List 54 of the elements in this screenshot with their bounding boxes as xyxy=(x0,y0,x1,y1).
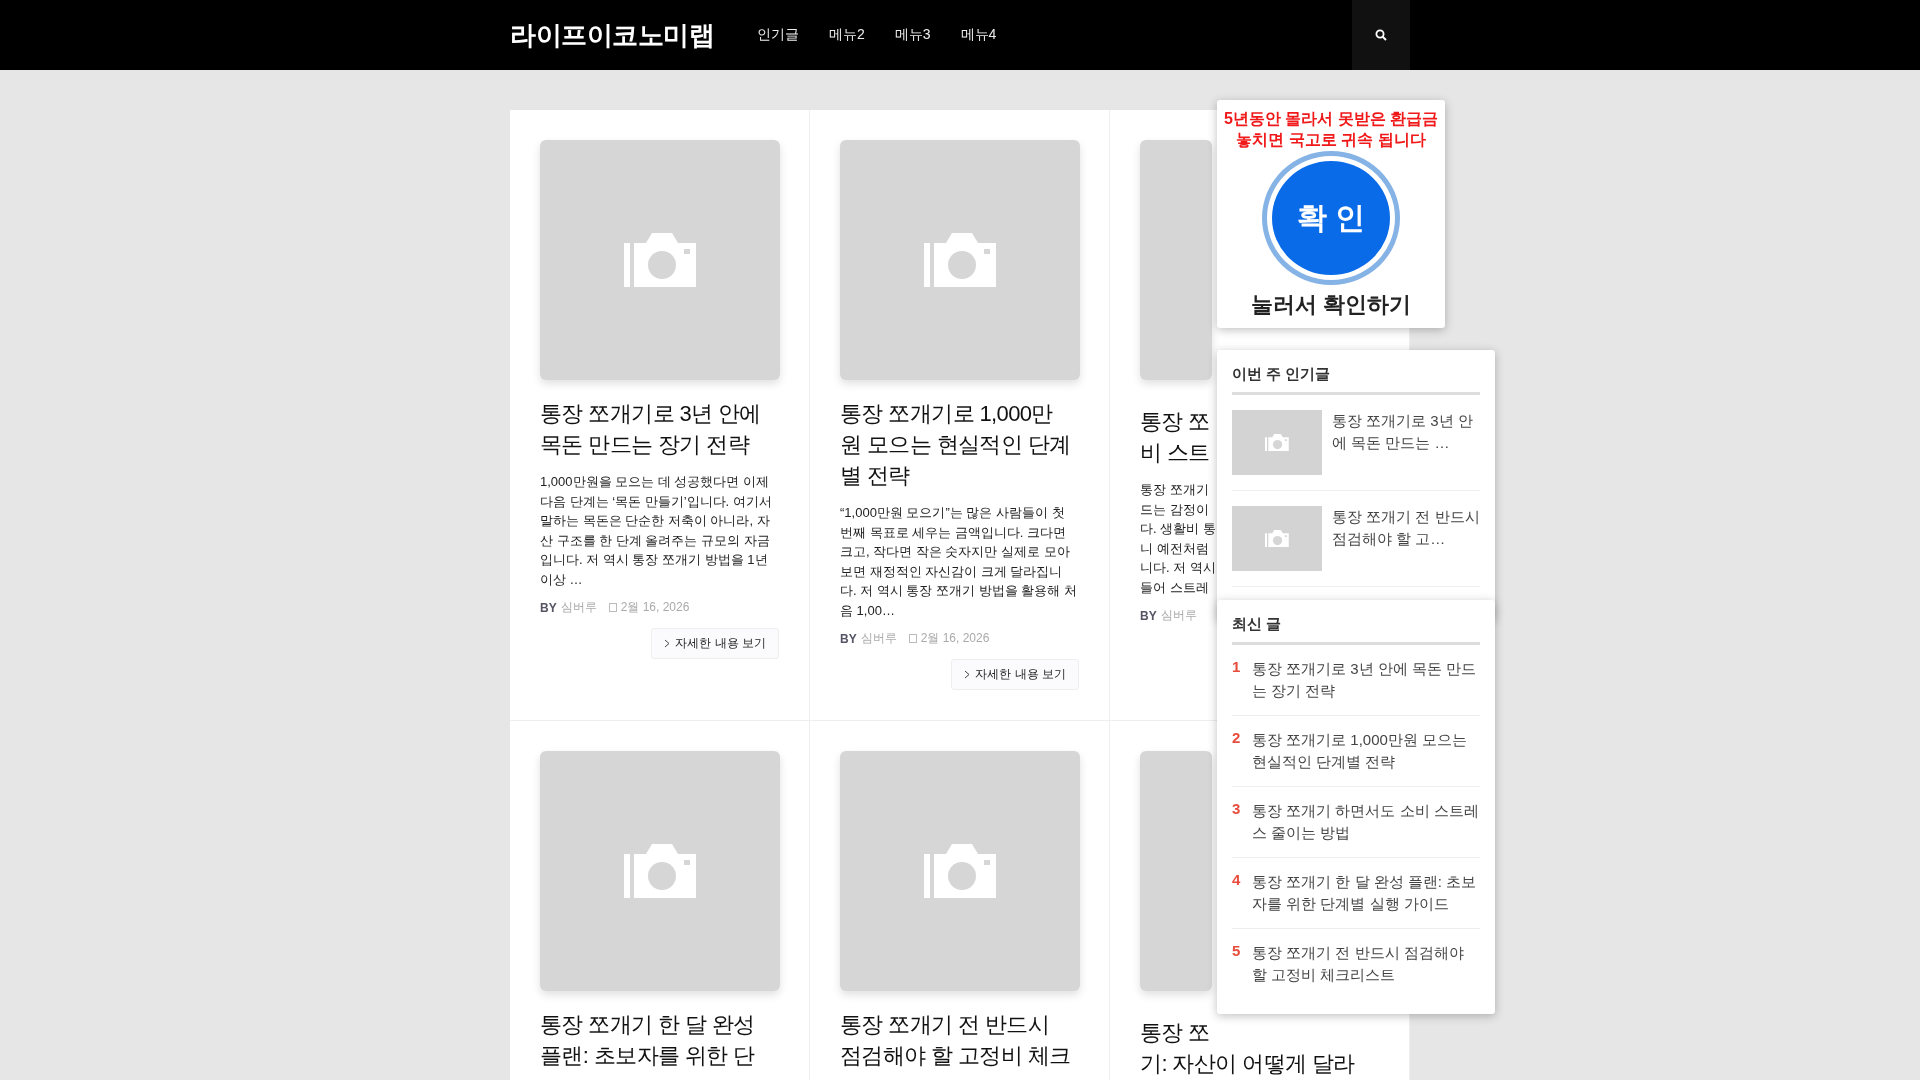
rank-number: 3 xyxy=(1232,800,1242,819)
by-label: BY xyxy=(540,600,557,615)
recent-post-link[interactable]: 통장 쪼개기 하면서도 소비 스트레스 줄이는 방법 xyxy=(1252,800,1480,844)
rank-number: 4 xyxy=(1232,871,1242,890)
read-more-button[interactable]: 자세한 내용 보기 xyxy=(651,628,779,659)
post-thumbnail[interactable] xyxy=(840,140,1080,380)
post-excerpt: “1,000만원 모으기”는 많은 사람들이 첫 번째 목표로 세우는 금액입니다. 크다면 크고, 작다면 작은 숫자지만 실제로 모아보면 재정적인 자신감이 크게 달라집니다. 저 역시 통장 쪼개기 방법을 활용해 처음 1,00… xyxy=(840,504,1078,620)
ad-caption: 눌러서 확인하기 xyxy=(1250,291,1412,319)
popular-post-link[interactable]: 통장 쪼개기 전 반드시 점검해야 할 고… xyxy=(1332,506,1480,571)
post-excerpt: 통장 쪼개기 드는 감정이 다. 생활비 통 니 예전처럼 니다. 저 역시 들어 스트레 xyxy=(1140,481,1216,597)
post-title[interactable]: 통장 쪼개기 전 반드시 점검해야 할 고정비 체크 xyxy=(840,1009,1071,1071)
camera-icon xyxy=(624,233,696,287)
read-more-button[interactable]: 자세한 내용 보기 xyxy=(951,659,1079,690)
post-excerpt: 1,000만원을 모으는 데 성공했다면 이제 다음 단계는 ‘목돈 만들기’입니다. 여기서 말하는 목돈은 단순한 저축이 아니라, 자산 구조를 한 단계 올려주는 규모의 자금입니다. 저 역시 통장 쪼개기 방법을 1년 이상 … xyxy=(540,473,773,589)
nav-link[interactable]: 메뉴3 xyxy=(879,26,946,44)
widget-title: 최신 글 xyxy=(1232,615,1480,645)
nav-link[interactable]: 메뉴4 xyxy=(945,26,1012,44)
recent-post-link[interactable]: 통장 쪼개기 전 반드시 점검해야 할 고정비 체크리스트 xyxy=(1252,942,1480,986)
widget-title: 이번 주 인기글 xyxy=(1232,365,1480,395)
camera-icon xyxy=(624,844,696,898)
camera-icon xyxy=(924,844,996,898)
rank-number: 1 xyxy=(1232,658,1242,677)
post-thumbnail[interactable] xyxy=(1232,410,1322,475)
recent-post-link[interactable]: 통장 쪼개기로 3년 안에 목돈 만드는 장기 전략 xyxy=(1252,658,1480,702)
site-logo[interactable]: 라이프이코노미랩 xyxy=(510,17,714,53)
refund-ad-banner[interactable]: 5년동안 몰라서 못받은 환급금 놓치면 국고로 귀속 됩니다 확 인 눌러서 확인하기 xyxy=(1217,100,1445,328)
post-title[interactable]: 통장 쪼개기로 3년 안에 목돈 만드는 장기 전략 xyxy=(540,398,761,460)
post-title[interactable]: 통장 쪼개기로 1,000만 원 모으는 현실적인 단계 별 전략 xyxy=(840,398,1071,491)
camera-icon xyxy=(1265,433,1289,452)
popular-post-link[interactable]: 통장 쪼개기로 3년 안에 목돈 만드는 … xyxy=(1332,410,1480,475)
rank-number: 2 xyxy=(1232,729,1242,748)
post-thumbnail[interactable] xyxy=(1140,140,1212,380)
post-thumbnail[interactable] xyxy=(1140,751,1212,991)
camera-icon xyxy=(1265,529,1289,548)
recent-post-link[interactable]: 통장 쪼개기 한 달 완성 플랜: 초보자를 위한 단계별 실행 가이드 xyxy=(1252,871,1480,915)
by-label: BY xyxy=(1140,608,1157,623)
post-title[interactable]: 통장 쪼개기 한 달 완성 플랜: 초보자를 위한 단 xyxy=(540,1009,755,1071)
camera-icon xyxy=(924,233,996,287)
nav-link[interactable]: 메뉴2 xyxy=(814,26,880,44)
post-thumbnail[interactable] xyxy=(540,751,780,991)
search-button[interactable] xyxy=(1352,0,1410,70)
post-thumbnail[interactable] xyxy=(1232,506,1322,571)
post-date: 2월 16, 2026 xyxy=(620,599,690,616)
rank-number: 5 xyxy=(1232,942,1242,961)
by-label: BY xyxy=(840,631,857,646)
post-thumbnail[interactable] xyxy=(840,751,1080,991)
post-title[interactable]: 통장 쪼 기: 자산이 어떻게 달라 xyxy=(1140,1017,1355,1079)
ad-headline: 5년동안 몰라서 못받은 환급금 놓치면 국고로 귀속 됩니다 xyxy=(1223,109,1439,150)
post-date: 2월 16, 2026 xyxy=(920,630,990,647)
recent-post-link[interactable]: 통장 쪼개기로 1,000만원 모으는 현실적인 단계별 전략 xyxy=(1252,729,1480,773)
search-icon xyxy=(1375,29,1387,41)
post-thumbnail[interactable] xyxy=(540,140,780,380)
nav-link[interactable]: 인기글 xyxy=(742,26,814,44)
post-title[interactable]: 통장 쪼 비 스트 xyxy=(1140,406,1210,468)
